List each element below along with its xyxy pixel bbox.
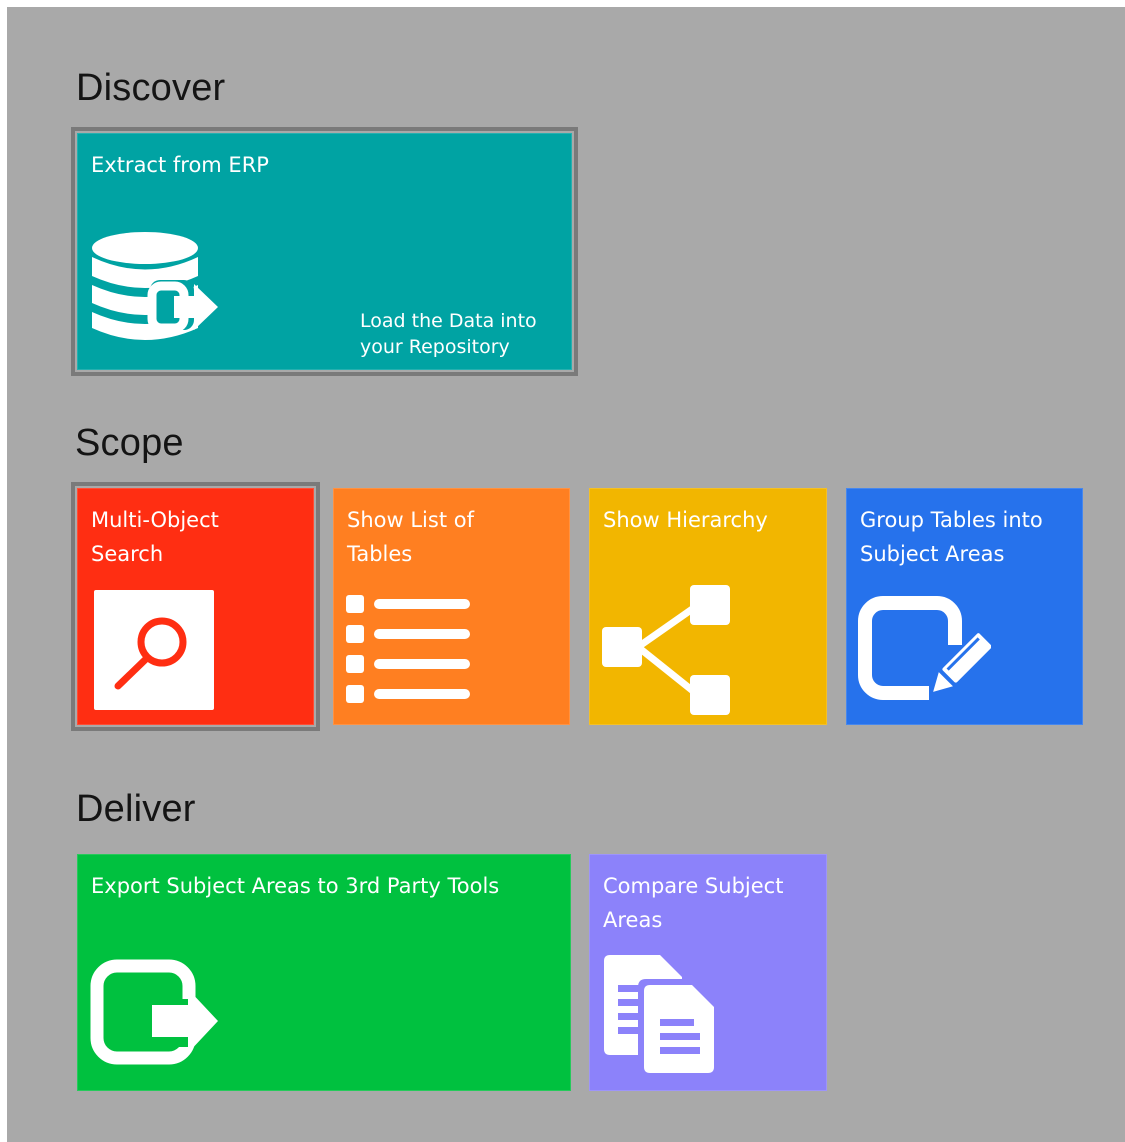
tile-label: Compare Subject Areas xyxy=(603,874,784,932)
tile-label: Multi-Object Search xyxy=(91,508,219,566)
search-icon xyxy=(94,590,214,710)
edit-icon xyxy=(857,595,991,705)
section-title-scope: Scope xyxy=(75,422,184,464)
tile-label: Export Subject Areas to 3rd Party Tools xyxy=(91,874,500,898)
hierarchy-icon xyxy=(602,585,732,715)
tile-label: Show List of Tables xyxy=(347,508,474,566)
extract-from-erp-tile[interactable]: Extract from ERP Load the Data into your… xyxy=(71,127,578,376)
compare-documents-icon xyxy=(602,951,732,1081)
show-list-of-tables-tile[interactable]: Show List of Tables xyxy=(333,488,570,725)
export-icon xyxy=(90,959,220,1069)
multi-object-search-tile[interactable]: Multi-Object Search xyxy=(71,482,320,731)
launchpad-canvas: Discover Extract from ERP Load the Data … xyxy=(7,7,1125,1142)
tile-label: Show Hierarchy xyxy=(603,508,768,532)
compare-subject-areas-tile[interactable]: Compare Subject Areas xyxy=(589,854,827,1091)
tile-label: Group Tables into Subject Areas xyxy=(860,508,1043,566)
database-export-icon xyxy=(90,230,220,350)
tile-sublabel: Load the Data into your Repository xyxy=(360,310,537,358)
export-subject-areas-tile[interactable]: Export Subject Areas to 3rd Party Tools xyxy=(77,854,571,1091)
tile-label: Extract from ERP xyxy=(91,153,269,177)
list-icon xyxy=(346,595,472,705)
section-title-discover: Discover xyxy=(76,67,226,109)
group-tables-into-subject-areas-tile[interactable]: Group Tables into Subject Areas xyxy=(846,488,1083,725)
show-hierarchy-tile[interactable]: Show Hierarchy xyxy=(589,488,827,725)
section-title-deliver: Deliver xyxy=(76,788,196,830)
